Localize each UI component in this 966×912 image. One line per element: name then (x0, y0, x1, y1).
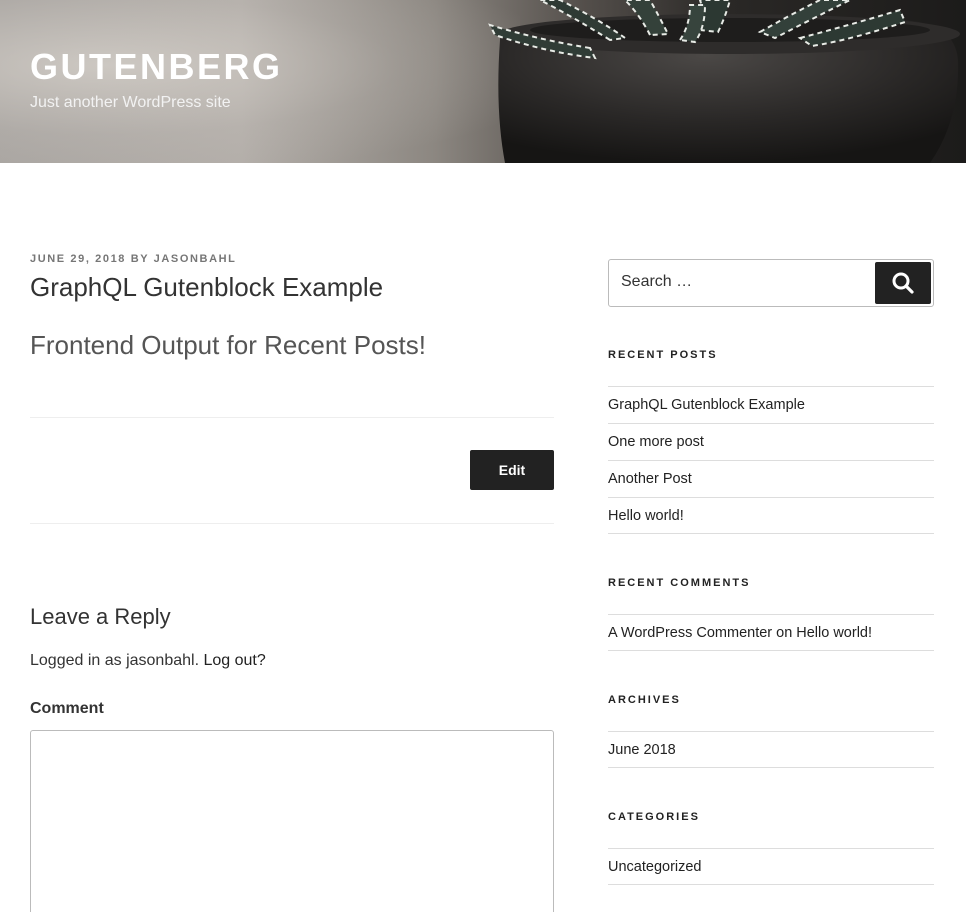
search-button[interactable] (875, 262, 931, 304)
recent-comments-list: A WordPress Commenter on Hello world! (608, 614, 934, 651)
logout-link[interactable]: Log out? (203, 652, 265, 669)
list-item: A WordPress Commenter on Hello world! (608, 614, 934, 651)
edit-post-button[interactable]: Edit (470, 450, 554, 490)
comment-textarea[interactable] (30, 730, 554, 912)
recent-post-link[interactable]: Hello world! (608, 508, 684, 524)
post-date[interactable]: JUNE 29, 2018 (30, 253, 126, 265)
search-icon (892, 272, 914, 294)
search-form: Search … (608, 259, 934, 307)
archives-title: ARCHIVES (608, 694, 681, 706)
categories-title: CATEGORIES (608, 811, 700, 823)
post-by-label: BY (130, 253, 149, 265)
comment-on-label: on (776, 624, 793, 641)
list-item: One more post (608, 423, 934, 460)
comment-label: Comment (30, 700, 104, 717)
post-meta: JUNE 29, 2018 BY JASONBAHL (30, 253, 237, 265)
post-content: Frontend Output for Recent Posts! (30, 330, 426, 360)
site-description: Just another WordPress site (30, 94, 231, 111)
archive-link[interactable]: June 2018 (608, 742, 676, 758)
list-item: GraphQL Gutenblock Example (608, 386, 934, 423)
categories-list: Uncategorized (608, 848, 934, 885)
recent-post-link[interactable]: One more post (608, 434, 704, 450)
list-item: June 2018 (608, 731, 934, 768)
search-input[interactable]: Search … (621, 273, 692, 291)
post-author-link[interactable]: JASONBAHL (154, 253, 237, 265)
category-link[interactable]: Uncategorized (608, 859, 702, 875)
post-title: GraphQL Gutenblock Example (30, 272, 384, 302)
divider (30, 523, 554, 524)
logged-in-notice: Logged in as jasonbahl. Log out? (30, 652, 266, 670)
recent-posts-list: GraphQL Gutenblock Example One more post… (608, 386, 934, 534)
comment-post-link[interactable]: Hello world! (796, 625, 872, 641)
logged-in-text[interactable]: Logged in as jasonbahl. (30, 652, 199, 669)
reply-title: Leave a Reply (30, 604, 171, 629)
list-item: Another Post (608, 460, 934, 497)
recent-posts-title: RECENT POSTS (608, 349, 718, 361)
archives-list: June 2018 (608, 731, 934, 768)
site-header: GUTENBERG Just another WordPress site (0, 0, 966, 163)
comment-author-link[interactable]: A WordPress Commenter (608, 625, 772, 641)
recent-comments-title: RECENT COMMENTS (608, 577, 751, 589)
recent-post-link[interactable]: GraphQL Gutenblock Example (608, 397, 805, 413)
list-item: Uncategorized (608, 848, 934, 885)
site-title[interactable]: GUTENBERG (30, 46, 283, 88)
list-item: Hello world! (608, 497, 934, 534)
divider (30, 417, 554, 418)
recent-post-link[interactable]: Another Post (608, 471, 692, 487)
